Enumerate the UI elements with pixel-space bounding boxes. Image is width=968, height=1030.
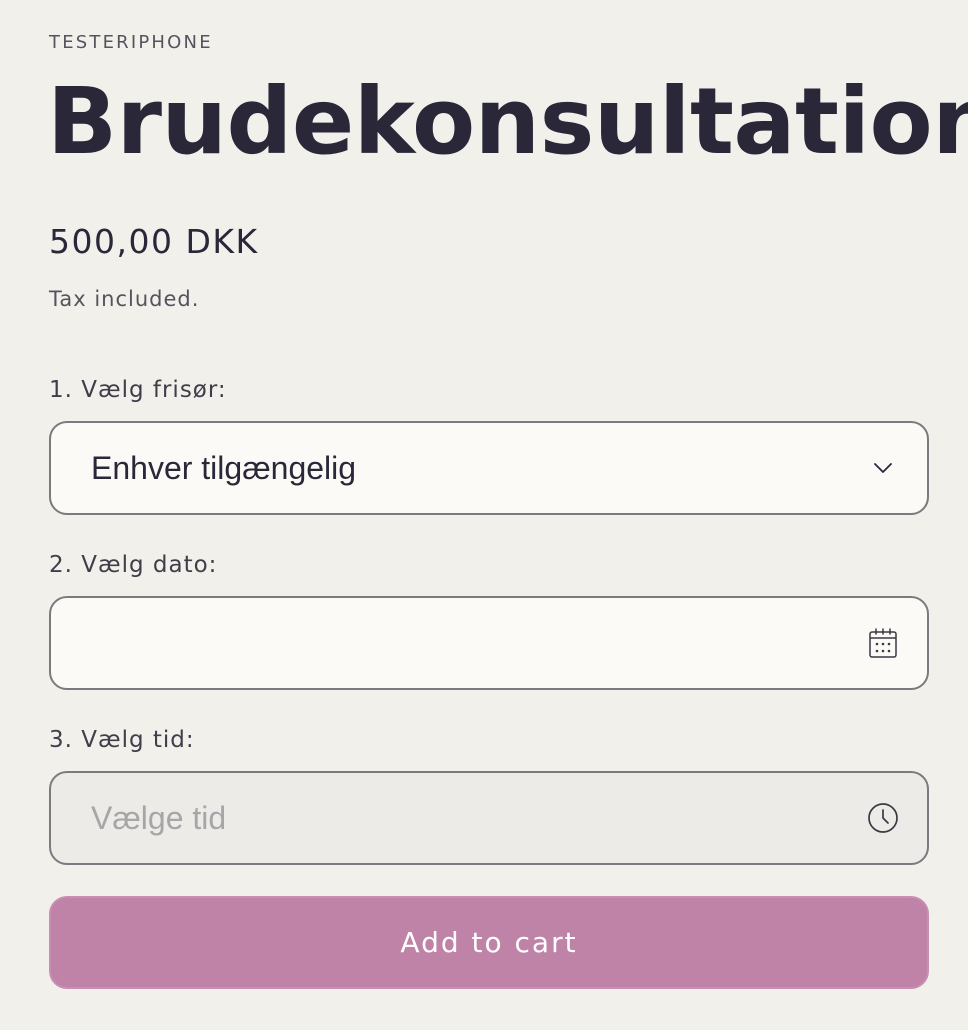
- time-label: 3. Vælg tid:: [49, 727, 195, 753]
- product-title: Brudekonsultation: [47, 68, 968, 175]
- stylist-select[interactable]: Enhver tilgængelig: [49, 421, 929, 515]
- add-to-cart-button[interactable]: Add to cart: [49, 896, 929, 989]
- time-input[interactable]: Vælge tid: [49, 771, 929, 865]
- calendar-icon[interactable]: [867, 627, 899, 659]
- stylist-select-value: Enhver tilgængelig: [91, 450, 357, 486]
- time-input-placeholder: Vælge tid: [91, 800, 227, 836]
- clock-icon: [867, 802, 899, 834]
- stylist-label: 1. Vælg frisør:: [49, 377, 227, 403]
- date-label: 2. Vælg dato:: [49, 552, 218, 578]
- product-vendor: TESTERIPHONE: [49, 32, 213, 53]
- date-input[interactable]: [49, 596, 929, 690]
- tax-note: Tax included.: [49, 287, 200, 311]
- chevron-down-icon: [867, 452, 899, 484]
- product-price: 500,00 DKK: [49, 222, 259, 261]
